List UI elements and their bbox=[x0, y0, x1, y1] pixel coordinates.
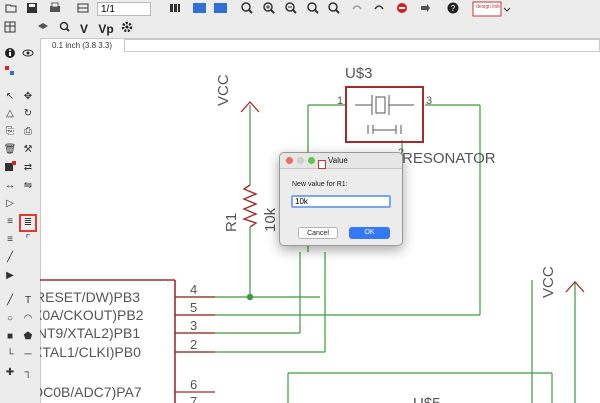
arc-icon[interactable]: ◠ bbox=[20, 311, 36, 327]
minimize-icon[interactable] bbox=[297, 157, 304, 164]
value-icon[interactable]: ≣ bbox=[19, 214, 37, 232]
circle-icon[interactable]: ○ bbox=[2, 311, 18, 327]
vcc-right-label: VCC bbox=[540, 266, 557, 298]
junction-dot bbox=[246, 293, 254, 301]
paste-icon[interactable]: ⎙ bbox=[20, 124, 36, 140]
ic-pin-number: 3 bbox=[190, 318, 197, 333]
zoom-icon[interactable] bbox=[308, 157, 315, 164]
net-icon[interactable]: └ bbox=[2, 347, 18, 363]
polygon-icon[interactable]: ⬟ bbox=[20, 329, 36, 345]
ic-pin-number: 2 bbox=[190, 337, 197, 352]
show-icon[interactable] bbox=[20, 46, 36, 62]
resonator-name: U$3 bbox=[345, 65, 373, 82]
info-icon[interactable] bbox=[2, 46, 18, 62]
command-input[interactable] bbox=[124, 39, 600, 52]
ic-pin-label: XTAL1/CLKI)PB0 bbox=[40, 344, 141, 360]
value-dialog: Value New value for R1: 10k Cancel OK bbox=[279, 152, 403, 246]
invoke-icon[interactable]: ↔ bbox=[2, 178, 18, 194]
name-icon[interactable]: ≡ bbox=[2, 214, 18, 230]
v-button[interactable]: V bbox=[78, 20, 90, 38]
dialog-titlebar: Value bbox=[280, 153, 402, 169]
eye-icon[interactable] bbox=[58, 20, 72, 38]
miter-icon[interactable]: ⌜ bbox=[20, 232, 36, 248]
wire-icon[interactable]: ╱ bbox=[2, 293, 18, 309]
ic-pin-number: 5 bbox=[190, 300, 197, 315]
ic-pin-label: RESET/DW)PB3 bbox=[40, 289, 140, 305]
board-icon[interactable] bbox=[168, 1, 182, 19]
rect-icon[interactable]: ■ bbox=[2, 329, 18, 345]
undo-icon[interactable] bbox=[350, 1, 364, 19]
u5-label: U$5 bbox=[413, 395, 441, 403]
resistor-name: R1 bbox=[223, 213, 240, 232]
ic-pin-number: 7 bbox=[190, 394, 197, 403]
zoom-fit-icon[interactable] bbox=[240, 1, 254, 19]
board2-icon[interactable] bbox=[192, 1, 208, 19]
dialog-title: Value bbox=[328, 156, 348, 165]
cancel-button[interactable]: Cancel bbox=[298, 227, 338, 239]
copy-icon[interactable]: ⎘ bbox=[2, 124, 18, 140]
text-icon[interactable]: T bbox=[20, 293, 36, 309]
stop-icon[interactable] bbox=[395, 1, 409, 19]
zoom-redraw-icon[interactable] bbox=[327, 1, 341, 19]
replace-icon[interactable]: ⇄ bbox=[20, 160, 36, 176]
vp-button[interactable]: Vp bbox=[98, 20, 114, 38]
split-wire-icon[interactable]: ╱ bbox=[2, 250, 18, 266]
label-icon[interactable]: ┐ bbox=[20, 365, 36, 381]
open-icon[interactable] bbox=[4, 1, 18, 19]
close-icon[interactable] bbox=[286, 157, 293, 164]
layer-icon[interactable] bbox=[36, 20, 50, 38]
redo-icon[interactable] bbox=[372, 1, 386, 19]
display-icon[interactable] bbox=[2, 64, 18, 80]
wrench-icon[interactable]: ⚒ bbox=[20, 142, 36, 158]
resonator-internals bbox=[355, 95, 414, 134]
zoom-select-icon[interactable] bbox=[306, 1, 320, 19]
cam-icon[interactable] bbox=[76, 1, 90, 19]
svg-text:?: ? bbox=[451, 4, 456, 13]
ic-pin-number: 4 bbox=[190, 282, 197, 297]
dialog-prompt: New value for R1: bbox=[292, 181, 348, 188]
wires bbox=[175, 104, 576, 403]
ic-pin-number: 6 bbox=[190, 377, 197, 392]
save-icon[interactable] bbox=[25, 1, 39, 19]
ic-pin-label: X0A/CKOUT)PB2 bbox=[40, 307, 144, 323]
select-icon[interactable]: ↖ bbox=[2, 89, 18, 105]
resonator-label: RESONATOR bbox=[402, 150, 496, 167]
page-field[interactable]: 1/1 bbox=[97, 2, 151, 16]
arrow-right-icon[interactable]: ▶ bbox=[2, 268, 18, 284]
grid-icon[interactable] bbox=[4, 20, 20, 38]
mirror-icon[interactable]: △ bbox=[2, 106, 18, 122]
vcc-left-label: VCC bbox=[215, 74, 232, 106]
delete-icon[interactable]: 🗑 bbox=[2, 142, 18, 158]
resistor-symbol bbox=[242, 184, 258, 228]
resistor-value: 10k bbox=[262, 207, 279, 232]
add-part-icon[interactable] bbox=[2, 160, 18, 176]
main-toolbar: 1/1 ? design link bbox=[0, 0, 600, 21]
junction-icon[interactable]: ✚ bbox=[2, 365, 18, 381]
smash-icon[interactable]: ≡ bbox=[2, 232, 18, 248]
value-input[interactable]: 10k bbox=[291, 195, 391, 208]
help-icon[interactable]: ? bbox=[446, 1, 460, 19]
app-icon bbox=[318, 156, 326, 174]
zoom-in-icon[interactable] bbox=[262, 1, 276, 19]
secondary-toolbar: V Vp bbox=[0, 20, 600, 39]
resonator-body bbox=[345, 86, 424, 143]
zoom-out-icon[interactable] bbox=[284, 1, 298, 19]
coordinate-readout: 0.1 inch (3.8 3.3) bbox=[52, 41, 113, 50]
resonator-pin3: 3 bbox=[426, 95, 432, 107]
print-icon[interactable] bbox=[48, 1, 62, 19]
ic-pin-label: DC0B/ADC7)PA7 bbox=[40, 384, 142, 400]
move-icon[interactable]: ✥ bbox=[20, 89, 36, 105]
resonator-pin1: 1 bbox=[337, 95, 343, 107]
rotate-icon[interactable]: ↻ bbox=[20, 106, 36, 122]
tool-panel: ↖ ✥ △ ↻ ⎘ ⎙ 🗑 ⚒ ⇄ ↔ ⇋ ▷ ≡ ≣ ≡ ⌜ ╱ ▶ ╱ T … bbox=[0, 38, 41, 403]
design-link-label: design link bbox=[476, 4, 500, 10]
ok-button[interactable]: OK bbox=[349, 227, 390, 239]
go-icon[interactable] bbox=[418, 1, 432, 19]
split-icon[interactable]: ▷ bbox=[2, 196, 18, 212]
gate-swap-icon[interactable]: ⇋ bbox=[20, 178, 36, 194]
gear-icon[interactable] bbox=[120, 20, 134, 38]
ic-pin-label: INT9/XTAL2)PB1 bbox=[40, 325, 140, 341]
bus-icon[interactable]: ─ bbox=[20, 347, 36, 363]
board3-icon[interactable] bbox=[213, 1, 229, 19]
